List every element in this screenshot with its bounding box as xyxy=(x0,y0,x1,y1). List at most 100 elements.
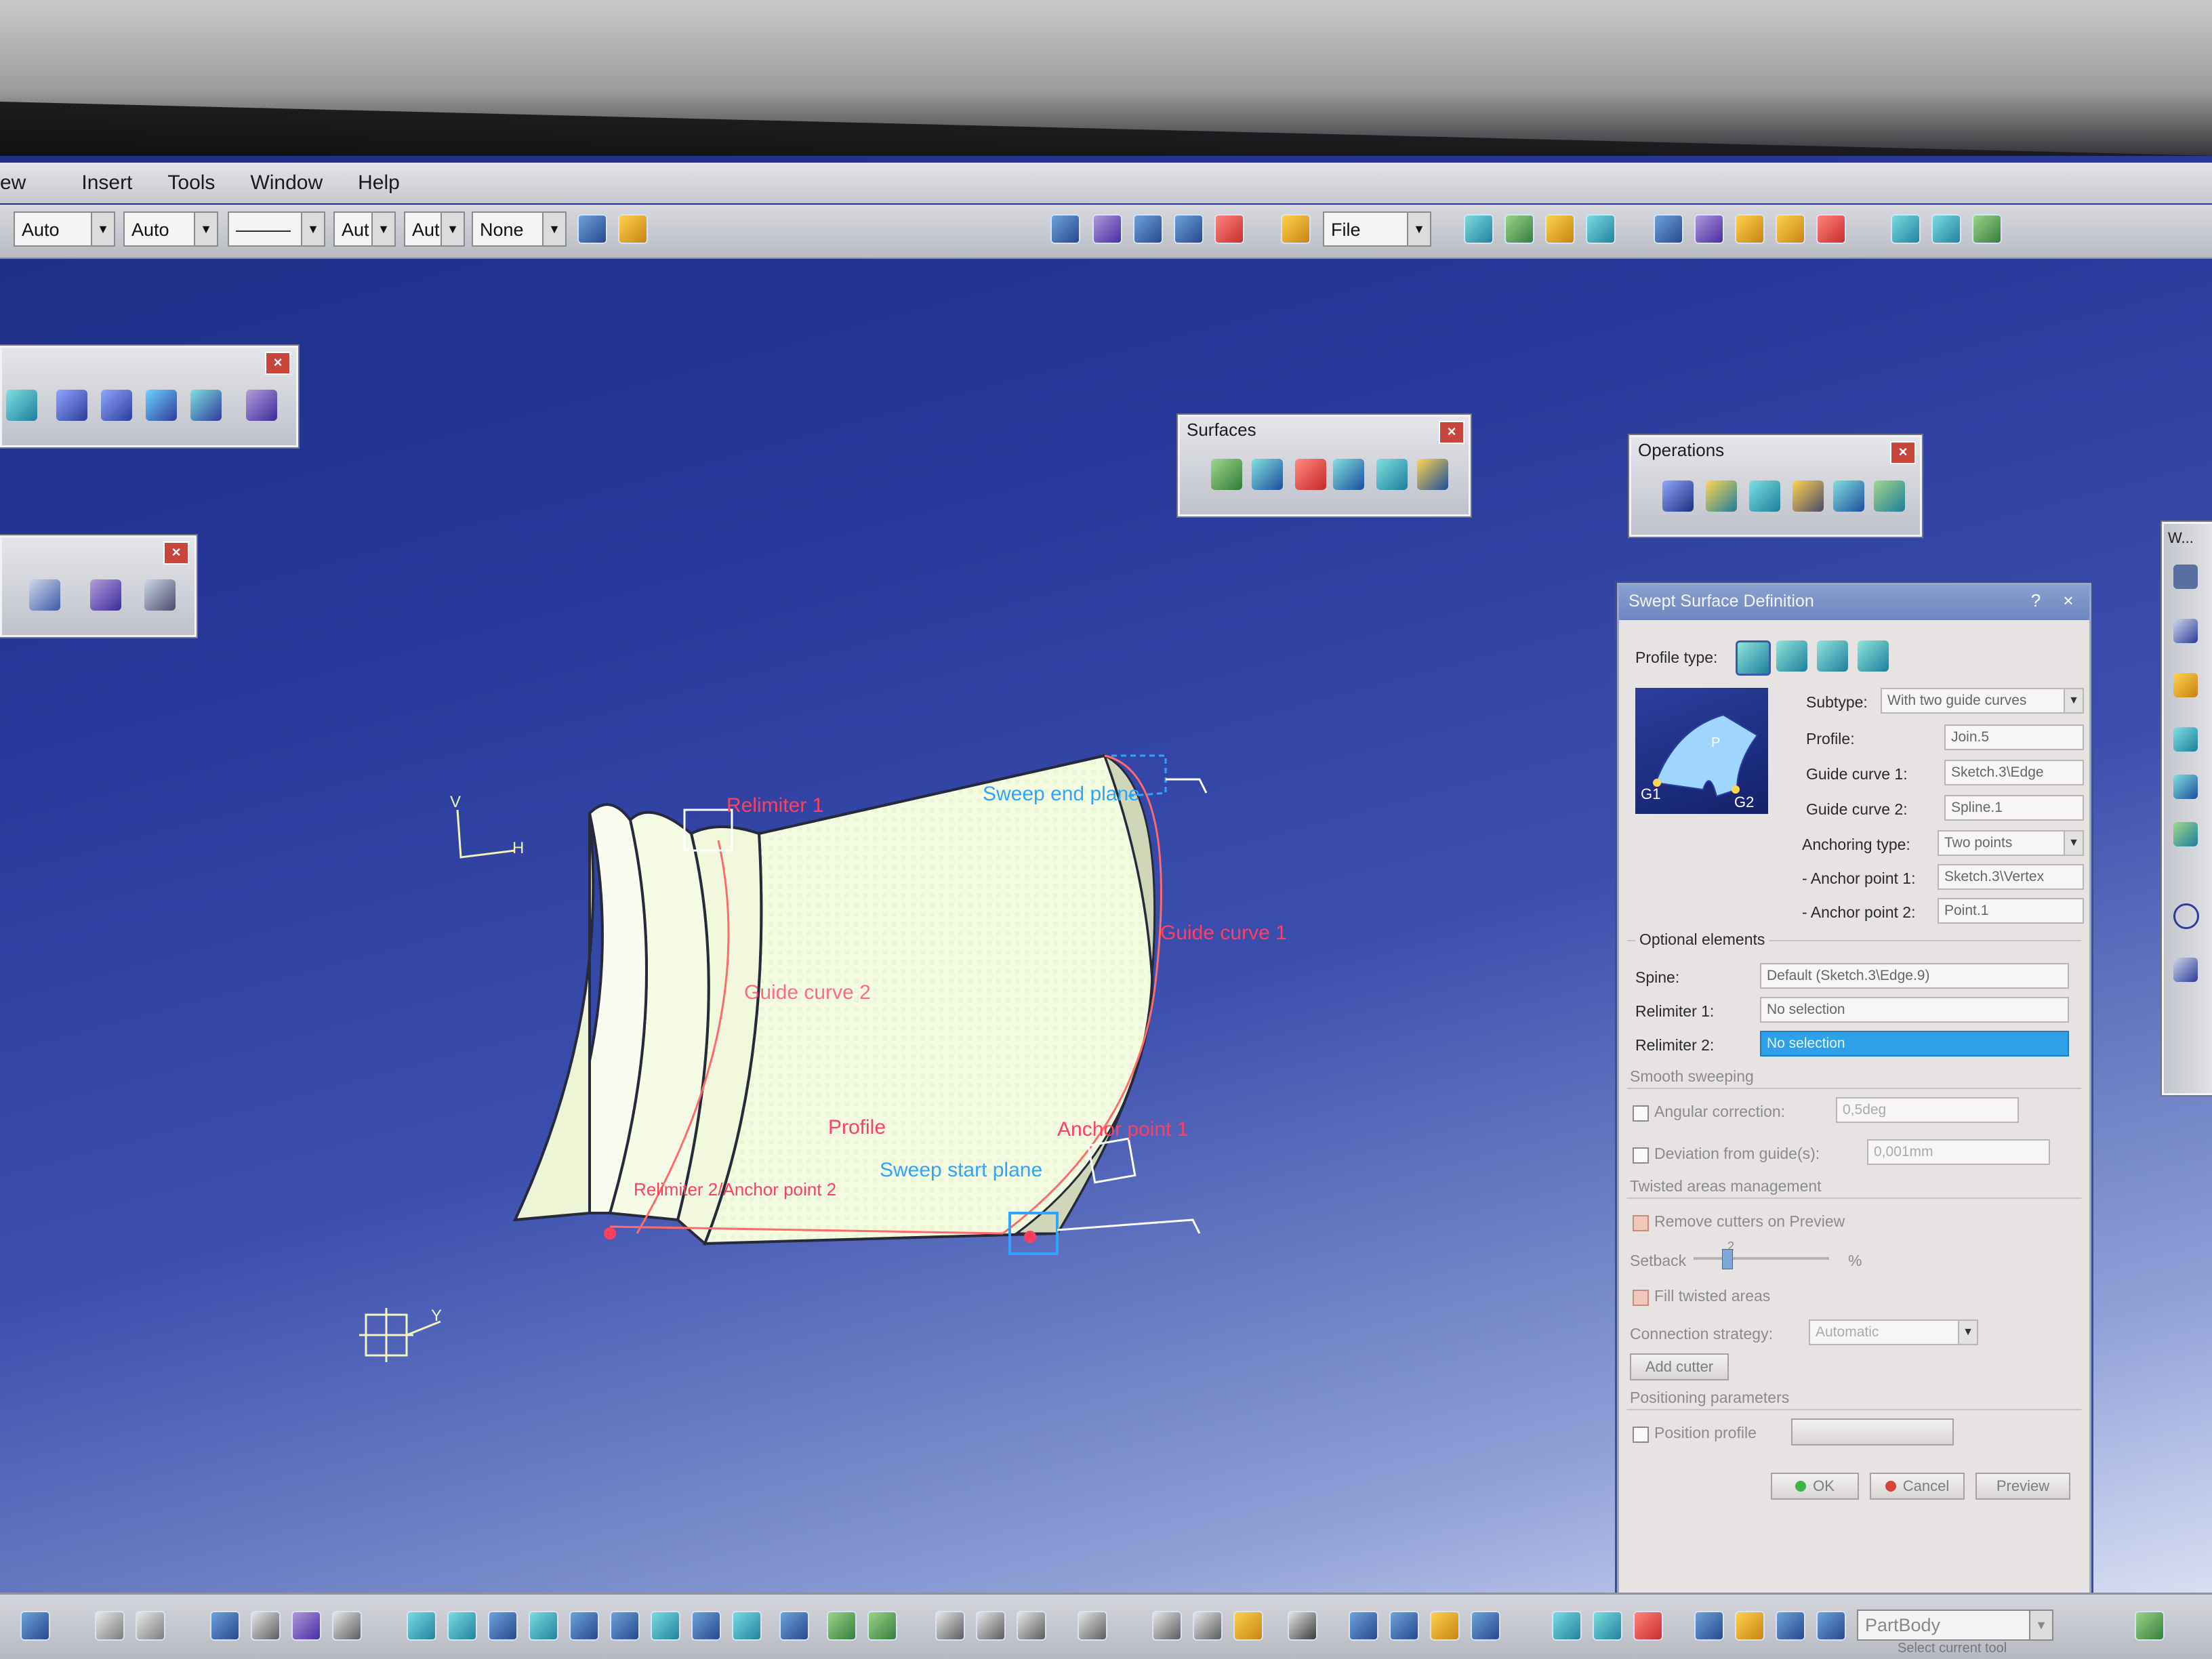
angular-correction-field[interactable]: 0,5deg xyxy=(1836,1097,2019,1123)
pocket-icon[interactable] xyxy=(101,390,132,421)
grid-icon[interactable] xyxy=(1471,1611,1500,1641)
line-icon[interactable] xyxy=(2173,619,2198,643)
shaft-icon[interactable] xyxy=(146,390,177,421)
measure-icon[interactable] xyxy=(1092,214,1122,244)
surface-icon[interactable] xyxy=(6,390,37,421)
plane-icon[interactable] xyxy=(2173,673,2198,697)
ok-button[interactable]: OK xyxy=(1771,1473,1859,1500)
fillet-icon[interactable] xyxy=(1833,480,1864,512)
update-icon[interactable] xyxy=(1017,1611,1046,1641)
preview-button[interactable]: Preview xyxy=(1975,1473,2070,1500)
hide-show-icon[interactable] xyxy=(827,1611,857,1641)
body-icon[interactable] xyxy=(1593,1611,1622,1641)
add-cutter-button[interactable]: Add cutter xyxy=(1630,1353,1729,1380)
spine-field[interactable]: Default (Sketch.3\Edge.9) xyxy=(1760,963,2069,989)
file-combo[interactable]: File ▼ xyxy=(1323,211,1431,247)
pattern-icon[interactable] xyxy=(90,579,121,611)
guide-curve-1-field[interactable]: Sketch.3\Edge xyxy=(1944,760,2084,785)
zoom-in-icon[interactable] xyxy=(569,1611,599,1641)
multi-pad-icon[interactable] xyxy=(246,390,277,421)
setback-slider[interactable] xyxy=(1694,1257,1829,1260)
menu-tools[interactable]: Tools xyxy=(167,171,215,194)
scissors-icon[interactable] xyxy=(1633,1611,1663,1641)
partbody-combo[interactable]: PartBody ▼ xyxy=(1857,1610,2053,1641)
circle-icon[interactable] xyxy=(2173,903,2199,929)
help-button[interactable]: ? xyxy=(2024,590,2047,613)
paste-icon[interactable] xyxy=(1233,1611,1263,1641)
formula-icon[interactable] xyxy=(95,1611,125,1641)
knowledge-icon[interactable] xyxy=(1214,214,1244,244)
profile-type-conic-icon[interactable] xyxy=(1858,640,1889,672)
position-profile-checkbox[interactable] xyxy=(1633,1427,1649,1443)
projection-icon[interactable] xyxy=(2173,727,2198,752)
fit-all-icon[interactable] xyxy=(447,1611,477,1641)
line-type-combo[interactable]: ——— ▼ xyxy=(228,211,325,247)
zoom-out-icon[interactable] xyxy=(610,1611,640,1641)
menu-insert[interactable]: Insert xyxy=(81,171,132,194)
fill-color-combo[interactable]: Auto ▼ xyxy=(14,211,115,247)
connection-strategy-select[interactable]: Automatic ▼ xyxy=(1809,1319,1978,1345)
intersection-icon[interactable] xyxy=(2173,775,2198,799)
profile-type-explicit-icon[interactable] xyxy=(1736,640,1771,676)
guide-curve-2-field[interactable]: Spline.1 xyxy=(1944,795,2084,821)
relimiter-1-field[interactable]: No selection xyxy=(1760,997,2069,1023)
spiral-2-icon[interactable] xyxy=(1389,1611,1419,1641)
offset-icon[interactable] xyxy=(2173,822,2198,846)
table-icon[interactable] xyxy=(1133,214,1163,244)
spiral-icon[interactable] xyxy=(1349,1611,1378,1641)
profile-field[interactable]: Join.5 xyxy=(1944,724,2084,750)
view-zoom-icon[interactable] xyxy=(1586,214,1616,244)
revolve-icon[interactable] xyxy=(1252,459,1283,490)
painter-icon[interactable] xyxy=(577,214,607,244)
catalog-icon[interactable] xyxy=(291,1611,321,1641)
anchor-point-2-field[interactable]: Point.1 xyxy=(1938,898,2084,924)
grid-icon[interactable] xyxy=(1694,214,1724,244)
loft-icon[interactable] xyxy=(1376,459,1408,490)
join-icon[interactable] xyxy=(1662,480,1694,512)
blend-icon[interactable] xyxy=(1417,459,1448,490)
angular-correction-checkbox[interactable] xyxy=(1633,1105,1649,1122)
filter-icon[interactable] xyxy=(1776,1611,1805,1641)
anchor-point-1-field[interactable]: Sketch.3\Vertex xyxy=(1938,864,2084,890)
analysis-icon[interactable] xyxy=(1735,214,1765,244)
relimiter-2-field[interactable]: No selection xyxy=(1760,1031,2069,1057)
extrude-icon[interactable] xyxy=(1211,459,1242,490)
axis-system-icon[interactable] xyxy=(1654,214,1683,244)
profile-type-line-icon[interactable] xyxy=(1776,640,1807,672)
iso-view-icon[interactable] xyxy=(732,1611,762,1641)
pad-icon[interactable] xyxy=(56,390,87,421)
stack-icon[interactable] xyxy=(1552,1611,1582,1641)
axis-icon[interactable] xyxy=(1430,1611,1460,1641)
split-icon[interactable] xyxy=(1706,480,1737,512)
render-icon[interactable] xyxy=(1891,214,1921,244)
menu-help[interactable]: Help xyxy=(358,171,400,194)
comment-icon[interactable] xyxy=(136,1611,165,1641)
close-icon[interactable]: × xyxy=(265,352,291,375)
fly-mode-icon[interactable] xyxy=(407,1611,436,1641)
product-icon[interactable] xyxy=(2135,1611,2165,1641)
deviation-field[interactable]: 0,001mm xyxy=(1867,1139,2050,1165)
print-icon[interactable] xyxy=(1288,1611,1317,1641)
normal-view-icon[interactable] xyxy=(651,1611,680,1641)
groove-icon[interactable] xyxy=(190,390,222,421)
table-icon[interactable] xyxy=(210,1611,240,1641)
transform-icon[interactable] xyxy=(29,579,60,611)
view-fit-icon[interactable] xyxy=(1464,214,1494,244)
scale-icon[interactable] xyxy=(144,579,176,611)
close-icon[interactable]: × xyxy=(1439,421,1465,444)
spec-tree-icon[interactable] xyxy=(1694,1611,1724,1641)
deviation-checkbox[interactable] xyxy=(1633,1147,1649,1164)
open-folder-icon[interactable] xyxy=(1281,214,1311,244)
fill-icon[interactable] xyxy=(1333,459,1364,490)
trim-icon[interactable] xyxy=(1749,480,1780,512)
lights-icon[interactable] xyxy=(1972,214,2002,244)
options-icon[interactable] xyxy=(332,1611,362,1641)
translate-icon[interactable] xyxy=(1874,480,1905,512)
layer-combo[interactable]: None ▼ xyxy=(472,211,567,247)
inwork-icon[interactable] xyxy=(1816,1611,1846,1641)
remove-cutters-checkbox[interactable] xyxy=(1633,1215,1649,1231)
pan-icon[interactable] xyxy=(488,1611,518,1641)
subtype-select[interactable]: With two guide curves ▼ xyxy=(1881,688,2084,714)
apply-material-icon[interactable] xyxy=(618,214,648,244)
spline-icon[interactable] xyxy=(2173,958,2198,982)
